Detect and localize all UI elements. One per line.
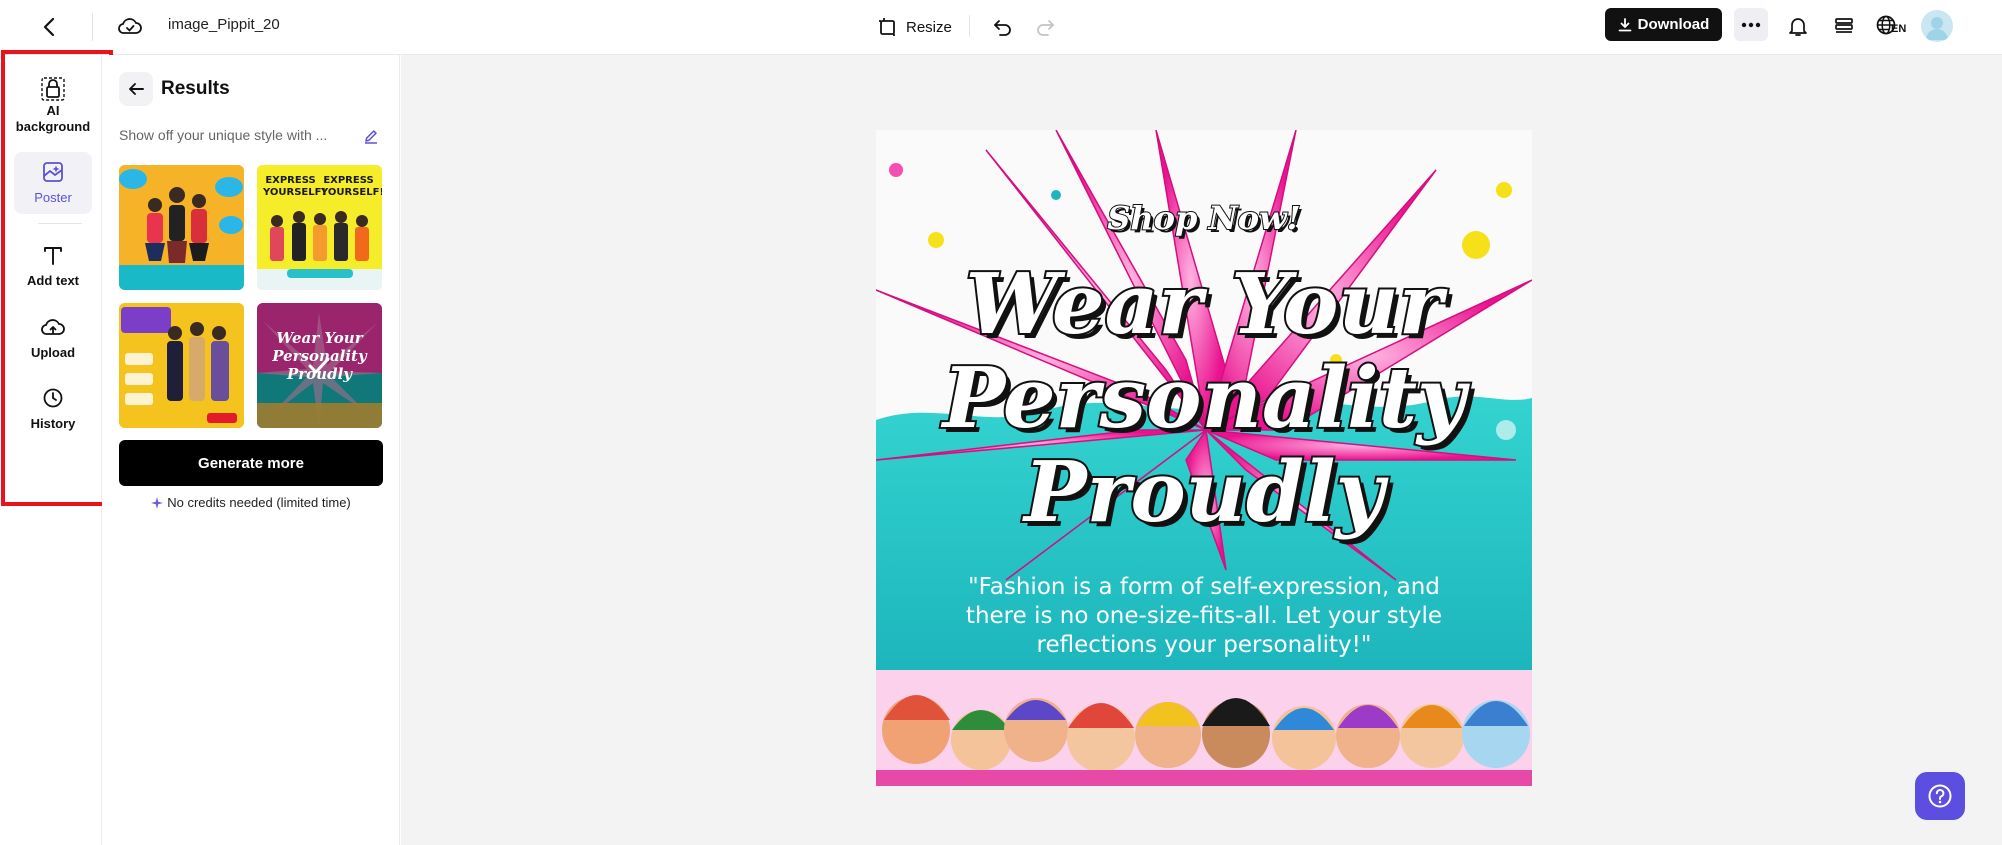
rail-label-poster: Poster bbox=[34, 190, 72, 205]
undo-icon bbox=[994, 20, 1011, 36]
prompt-preview: Show off your unique style with ... bbox=[119, 127, 328, 143]
undo-button[interactable] bbox=[988, 12, 1018, 42]
upload-cloud-icon bbox=[39, 313, 67, 341]
poster-headline-line-1: Wear Your bbox=[963, 255, 1444, 353]
result-thumbnail-1[interactable] bbox=[119, 165, 244, 290]
result-thumbnail-2[interactable]: EXPRESS YOURSELF! EXPRESS YOURSELF! bbox=[257, 165, 382, 290]
bell-icon bbox=[1789, 18, 1807, 36]
notifications-button[interactable] bbox=[1783, 11, 1813, 41]
header-divider bbox=[92, 13, 93, 41]
canvas-area: Shop Now! Wear Your Personality Proudly … bbox=[401, 55, 2002, 845]
text-icon bbox=[39, 241, 67, 269]
rail-item-upload[interactable]: Upload bbox=[14, 307, 92, 367]
download-button[interactable]: Download bbox=[1605, 8, 1722, 41]
help-button[interactable] bbox=[1915, 772, 1965, 820]
clock-icon bbox=[39, 384, 67, 412]
toolbar-divider bbox=[969, 15, 970, 37]
storage-button[interactable] bbox=[1829, 11, 1859, 41]
rail-label-add-text: Add text bbox=[27, 273, 79, 288]
pencil-icon bbox=[365, 130, 377, 144]
credits-note-text: No credits needed (limited time) bbox=[167, 495, 351, 510]
poster-headline-line-3: Proudly bbox=[1022, 443, 1386, 541]
poster-canvas[interactable]: Shop Now! Wear Your Personality Proudly … bbox=[876, 130, 1532, 786]
cloud-sync-icon[interactable] bbox=[114, 10, 146, 42]
panel-back-button[interactable] bbox=[119, 72, 153, 106]
language-code: EN bbox=[1891, 23, 1907, 35]
result-thumbnail-3[interactable] bbox=[119, 303, 244, 428]
rail-item-poster[interactable]: Poster bbox=[14, 152, 92, 214]
poster-quote: "Fashion is a form of self-expression, a… bbox=[965, 574, 1443, 658]
result-thumbnail-4[interactable]: Wear Your Personality Proudly bbox=[257, 303, 382, 428]
rail-label-upload: Upload bbox=[30, 345, 76, 360]
rail-item-add-text[interactable]: Add text bbox=[14, 235, 92, 295]
poster-icon bbox=[39, 158, 67, 186]
more-icon bbox=[1741, 22, 1761, 27]
rail-item-history[interactable]: History bbox=[14, 378, 92, 438]
back-button[interactable] bbox=[34, 12, 64, 42]
redo-icon bbox=[1037, 20, 1054, 36]
rail-label-history: History bbox=[30, 416, 76, 431]
top-bar: image_Pippit_20 Resize Download EN bbox=[0, 0, 2002, 55]
poster-shop-now: Shop Now! bbox=[1106, 198, 1301, 238]
thumbnail-2-caption-repeat: EXPRESS YOURSELF! bbox=[321, 175, 382, 198]
download-label: Download bbox=[1637, 16, 1710, 33]
chevron-left-icon bbox=[43, 17, 55, 37]
resize-button[interactable]: Resize bbox=[874, 11, 956, 43]
panel-title: Results bbox=[161, 78, 230, 99]
download-icon bbox=[1618, 17, 1632, 31]
resize-icon bbox=[879, 18, 895, 36]
thumbnail-2-caption: EXPRESS YOURSELF! bbox=[263, 175, 327, 198]
help-icon bbox=[1928, 784, 1952, 808]
ai-background-icon bbox=[39, 75, 67, 103]
tool-rail: AI background Poster Add text Upload His… bbox=[0, 55, 102, 845]
stack-icon bbox=[1835, 18, 1853, 33]
redo-button[interactable] bbox=[1030, 12, 1060, 42]
rail-item-ai-background[interactable]: AI background bbox=[14, 69, 92, 139]
results-panel: Results Show off your unique style with … bbox=[102, 55, 400, 845]
project-name[interactable]: image_Pippit_20 bbox=[168, 16, 280, 33]
rail-divider bbox=[38, 223, 82, 224]
checkmark-icon bbox=[308, 357, 330, 374]
credits-note: No credits needed (limited time) bbox=[119, 495, 383, 510]
resize-label: Resize bbox=[906, 18, 952, 36]
arrow-left-icon bbox=[129, 83, 144, 95]
poster-headline-line-2: Personality bbox=[941, 349, 1468, 447]
sparkle-icon bbox=[151, 496, 164, 509]
edit-prompt-button[interactable] bbox=[360, 125, 382, 147]
rail-label-ai-background: AI background bbox=[15, 103, 91, 134]
avatar[interactable] bbox=[1921, 10, 1953, 42]
generate-more-button[interactable]: Generate more bbox=[119, 440, 383, 486]
more-options-button[interactable] bbox=[1734, 8, 1768, 41]
